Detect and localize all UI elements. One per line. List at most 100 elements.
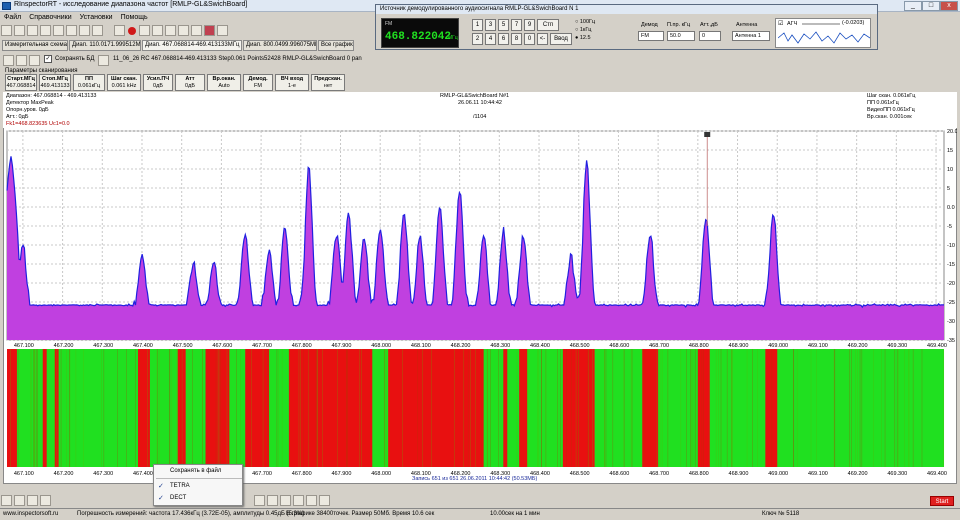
scan-param-2[interactable]: ПП 0.061кГц xyxy=(73,74,105,91)
agc-slider[interactable] xyxy=(802,23,840,25)
scan-param-9[interactable]: Предскан. нет xyxy=(311,74,345,91)
waterfall-band xyxy=(642,349,659,467)
export-icon[interactable] xyxy=(292,495,304,506)
waterfall-plot[interactable]: 467.100467.200467.300467.400467.500467.6… xyxy=(5,348,957,478)
tools-icon[interactable] xyxy=(217,25,228,36)
step-100hz[interactable]: ○ 100Гц xyxy=(575,19,595,25)
antenna-select[interactable]: Антенна 1 xyxy=(732,31,770,41)
key-bottom-3[interactable]: 8 xyxy=(511,33,522,45)
nav-back-icon[interactable] xyxy=(3,55,14,66)
scan-param-4[interactable]: Усил.ПЧ 0дБ xyxy=(143,74,173,91)
marker-flag-icon[interactable] xyxy=(704,132,711,137)
scan-param-7[interactable]: Демод. FM xyxy=(243,74,273,91)
menu-save-to-file[interactable]: Сохранять в файл xyxy=(154,466,242,477)
list-icon[interactable] xyxy=(178,25,189,36)
demod-select[interactable]: FM xyxy=(638,31,664,41)
print-icon[interactable] xyxy=(40,25,51,36)
menu-file[interactable]: Файл xyxy=(0,13,25,22)
key-2[interactable]: 5 xyxy=(498,19,509,31)
scan-param-5[interactable]: Атт 0дБ xyxy=(175,74,205,91)
tab-all-charts[interactable]: Все графики xyxy=(318,40,354,51)
key-bottom-2[interactable]: 6 xyxy=(498,33,509,45)
scan-icon[interactable] xyxy=(152,25,163,36)
waterfall-band xyxy=(205,349,230,467)
nav-end-icon[interactable] xyxy=(29,55,40,66)
audio-source-panel: Источник демодулированного аудиосигнала … xyxy=(375,4,878,50)
spectrum-plot[interactable]: 20.0151050.0-5-10-15-20-25-30-35467.100 4… xyxy=(5,129,957,348)
y-tick-label: -10 xyxy=(947,243,955,249)
scan-param-3[interactable]: Шаг скан. 0.061 kHz xyxy=(107,74,141,91)
status-bar: www.inspectorsoft.ru Погрешность измерен… xyxy=(0,508,960,520)
key-0[interactable]: 1 xyxy=(472,19,483,31)
filter-icon[interactable] xyxy=(305,495,317,506)
menu-divider xyxy=(156,478,242,479)
menu-directories[interactable]: Справочники xyxy=(25,13,75,22)
scan-param-value: 467.068814 xyxy=(6,83,36,89)
zoom-in-icon[interactable] xyxy=(1,495,12,506)
key-bottom-1[interactable]: 4 xyxy=(485,33,496,45)
mute-icon[interactable] xyxy=(204,25,215,36)
menu-dect[interactable]: ✓ DECT xyxy=(154,493,242,504)
settings-icon[interactable] xyxy=(53,25,64,36)
grid-icon[interactable] xyxy=(66,25,77,36)
zoom-out-icon[interactable] xyxy=(14,495,25,506)
att-select[interactable]: 0 xyxy=(699,31,721,41)
menu-tetra[interactable]: ✓ TETRA xyxy=(154,481,242,492)
save-db-checkbox[interactable]: ✓ xyxy=(44,55,52,63)
key-5[interactable]: Стп xyxy=(537,19,559,31)
agc-checkbox[interactable]: ☑ xyxy=(778,20,783,27)
step-12-5[interactable]: ● 12.5 xyxy=(575,35,591,41)
main-toolbar xyxy=(0,24,370,38)
peak-icon[interactable] xyxy=(266,495,278,506)
close-button[interactable]: x xyxy=(940,1,958,11)
y-tick-label: 0.0 xyxy=(947,205,955,211)
key-bottom-0[interactable]: 2 xyxy=(472,33,483,45)
tab-range-467[interactable]: Диап. 467.068814-469.413133МГц xyxy=(142,40,242,51)
waterfall-x-tick: 467.800 xyxy=(292,471,312,477)
minimize-button[interactable]: _ xyxy=(904,1,922,11)
key-3[interactable]: 7 xyxy=(511,19,522,31)
camera-icon[interactable] xyxy=(279,495,291,506)
chart-icon[interactable] xyxy=(79,25,90,36)
table-icon[interactable] xyxy=(92,25,103,36)
step-icon[interactable] xyxy=(165,25,176,36)
new-icon[interactable] xyxy=(1,25,12,36)
audio-icon[interactable] xyxy=(191,25,202,36)
pan-icon[interactable] xyxy=(40,495,51,506)
tab-range-800[interactable]: Диап. 800.0499.996075МГц xyxy=(243,40,317,51)
scan-param-6[interactable]: Вр.окан. Auto xyxy=(207,74,241,91)
zoom-fit-icon[interactable] xyxy=(27,495,38,506)
record-icon[interactable] xyxy=(128,26,136,35)
scan-param-1[interactable]: Стоп.МГц 469.413133 xyxy=(39,74,71,91)
stop-icon[interactable] xyxy=(139,25,150,36)
play-icon[interactable] xyxy=(114,25,125,36)
key-bottom-6[interactable]: Ввод xyxy=(550,33,572,45)
save-icon[interactable] xyxy=(27,25,38,36)
scan-param-value: 0дБ xyxy=(153,83,163,89)
maximize-button[interactable]: □ xyxy=(922,1,940,11)
layers-icon[interactable] xyxy=(318,495,330,506)
db-icon[interactable] xyxy=(98,55,109,66)
menu-settings[interactable]: Установки xyxy=(76,13,117,22)
pp-text: ПП 0.061кГц xyxy=(867,100,899,106)
pp-select[interactable]: 50.0 xyxy=(667,31,695,41)
open-icon[interactable] xyxy=(14,25,25,36)
key-bottom-4[interactable]: 0 xyxy=(524,33,535,45)
start-button[interactable]: Start xyxy=(930,496,954,506)
key-4[interactable]: 9 xyxy=(524,19,535,31)
scan-param-0[interactable]: Старт.МГц 467.068814 xyxy=(5,74,37,91)
key-bottom-5[interactable]: <- xyxy=(537,33,548,45)
marker-icon[interactable] xyxy=(253,495,265,506)
menu-help[interactable]: Помощь xyxy=(117,13,152,22)
waterfall-band xyxy=(245,349,270,467)
step-1khz[interactable]: ○ 1кГц xyxy=(575,27,591,33)
range-text: Диапазон: 467.068814 - 469.413133 xyxy=(6,93,97,99)
scan-param-value: нет xyxy=(323,83,333,89)
tab-range-110[interactable]: Диап. 110.0171.999512МГц xyxy=(69,40,141,51)
scan-param-8[interactable]: ВЧ вход1-е помещени xyxy=(275,74,309,91)
tab-measuring-scheme[interactable]: Измерительная схема xyxy=(2,40,68,51)
att-text: Атт.: 0дБ xyxy=(6,114,29,120)
key-1[interactable]: 3 xyxy=(485,19,496,31)
frequency-display: FM 468.822042 МГц xyxy=(381,18,459,48)
nav-forward-icon[interactable] xyxy=(16,55,27,66)
